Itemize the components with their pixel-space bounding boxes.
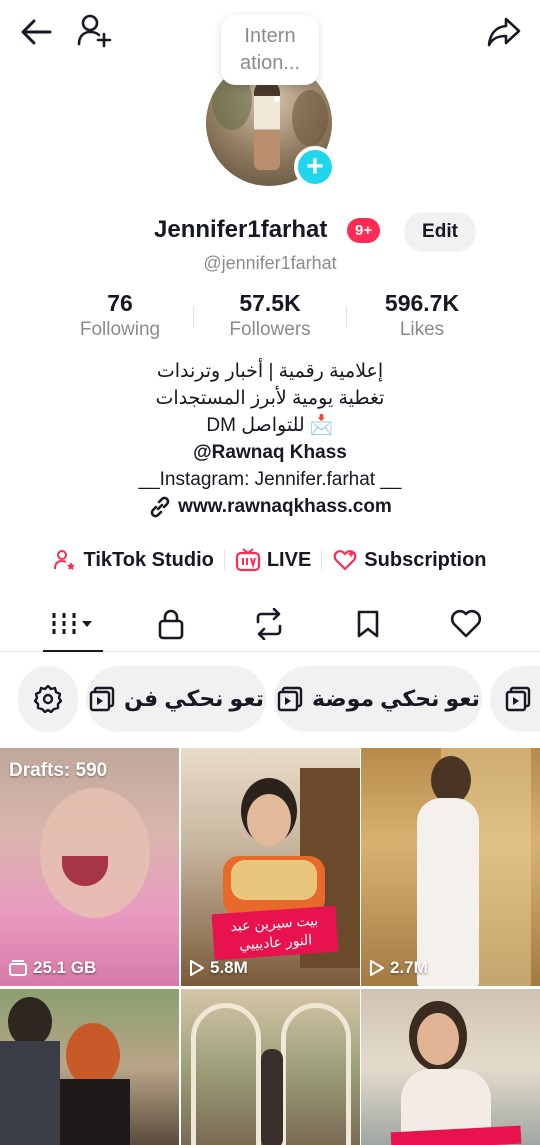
bio-line: __Instagram: Jennifer.farhat __ [138, 469, 402, 490]
playlist-settings-chip[interactable] [18, 666, 78, 732]
note-bubble-tail [274, 96, 280, 102]
view-count-text: 5.8M [210, 958, 248, 977]
gear-icon [33, 684, 63, 714]
stat-label: Following [79, 319, 161, 340]
profile-tabs [0, 596, 540, 652]
profile-name-row: Jennifer1farhat 9+ Edit [0, 210, 540, 254]
drafts-tile[interactable]: Drafts: 590 25.1 GB [0, 748, 179, 986]
video-thumbnail[interactable]: 2.7M [361, 748, 540, 986]
video-thumbnail[interactable]: بيت سيرين عبد النور عاديييي 5.8M [181, 748, 360, 986]
video-caption: بيت سيرين عبد النور عاديييي [211, 905, 339, 961]
tool-label: LIVE [266, 548, 312, 571]
playlist-chip[interactable]: تعو نحكي فن [86, 666, 266, 732]
tab-videos[interactable] [43, 602, 103, 646]
video-thumbnail[interactable] [181, 989, 360, 1145]
tool-label: Subscription [364, 548, 487, 571]
tab-liked[interactable] [436, 602, 496, 646]
bookmark-icon [357, 610, 379, 638]
grid-videos-icon [52, 613, 92, 635]
tab-private[interactable] [141, 602, 201, 646]
storage-icon [9, 960, 27, 976]
subscription-button[interactable]: Subscription [322, 548, 496, 572]
bio-line: تغطية يومية لأبرز المستجدات [155, 388, 385, 409]
stat-value: 76 [107, 290, 133, 316]
video-thumbnail[interactable] [361, 989, 540, 1145]
stat-likes[interactable]: 596.7K Likes [347, 290, 497, 341]
profile-bio: إعلامية رقمية | أخبار وترندات تغطية يومي… [0, 358, 540, 520]
playlist-icon [277, 686, 303, 712]
add-story-plus-icon[interactable]: + [294, 146, 336, 188]
playlist-chip[interactable] [490, 666, 540, 732]
share-icon[interactable] [482, 12, 526, 52]
back-arrow-icon[interactable] [14, 12, 58, 52]
bio-link-text: www.rawnaqkhass.com [178, 496, 392, 517]
bio-line: إعلامية رقمية | أخبار وترندات [156, 361, 384, 382]
bio-line: DM للتواصل 📩 [206, 415, 334, 436]
bio-link[interactable]: www.rawnaqkhass.com [0, 493, 540, 520]
creator-tools: TikTok Studio LIVE Subscription [0, 544, 540, 576]
video-thumbnail[interactable] [0, 989, 179, 1145]
bio-mention[interactable]: @Rawnaq Khass [0, 439, 540, 466]
notification-badge[interactable]: 9+ [347, 218, 381, 243]
live-button[interactable]: LIVE [225, 548, 321, 572]
stat-followers[interactable]: 57.5K Followers [195, 290, 345, 341]
profile-stats: 76 Following 57.5K Followers 596.7K Like… [0, 290, 540, 350]
tiktok-studio-button[interactable]: TikTok Studio [43, 548, 223, 572]
profile-username: Jennifer1farhat [154, 216, 328, 243]
playlist-chip-label: تعو نحكي موضة [312, 686, 480, 711]
note-bubble[interactable]: Intern ation... [221, 15, 319, 85]
repost-icon [256, 608, 282, 640]
stat-label: Followers [229, 319, 311, 340]
studio-person-icon [54, 550, 76, 570]
play-icon [190, 960, 204, 976]
playlist-icon [89, 686, 115, 712]
live-tv-icon [235, 548, 260, 572]
playlist-chip[interactable]: تعو نحكي موضة [274, 666, 482, 732]
playlist-chip-label: تعو نحكي فن [123, 686, 265, 711]
video-grid: Drafts: 590 25.1 GB بيت سيرين عبد النور … [0, 748, 540, 1145]
profile-handle: @jennifer1farhat [203, 253, 337, 273]
drafts-count: Drafts: 590 [9, 760, 108, 781]
view-count-text: 2.7M [390, 958, 428, 977]
stat-divider [193, 306, 194, 328]
tool-label: TikTok Studio [83, 548, 214, 571]
lock-icon [158, 609, 184, 640]
stat-label: Likes [399, 319, 445, 340]
link-icon [150, 496, 170, 517]
playlist-chips: تعو نحكي فن تعو نحكي موضة [0, 666, 540, 732]
drafts-size: 25.1 GB [8, 958, 96, 978]
tab-reposts[interactable] [239, 602, 299, 646]
heart-icon [450, 609, 482, 638]
drafts-size-text: 25.1 GB [33, 958, 97, 977]
view-count: 2.7M [369, 958, 428, 978]
add-friend-icon[interactable] [72, 10, 116, 50]
stat-value: 596.7K [384, 290, 460, 316]
active-tab-indicator [43, 650, 103, 652]
play-icon [370, 960, 384, 976]
edit-profile-button[interactable]: Edit [404, 212, 476, 252]
stat-value: 57.5K [239, 290, 301, 316]
tab-favorites[interactable] [338, 602, 398, 646]
playlist-icon [505, 686, 531, 712]
subscription-heart-icon [333, 550, 357, 571]
view-count: 5.8M [189, 958, 248, 978]
stat-following[interactable]: 76 Following [45, 290, 195, 341]
